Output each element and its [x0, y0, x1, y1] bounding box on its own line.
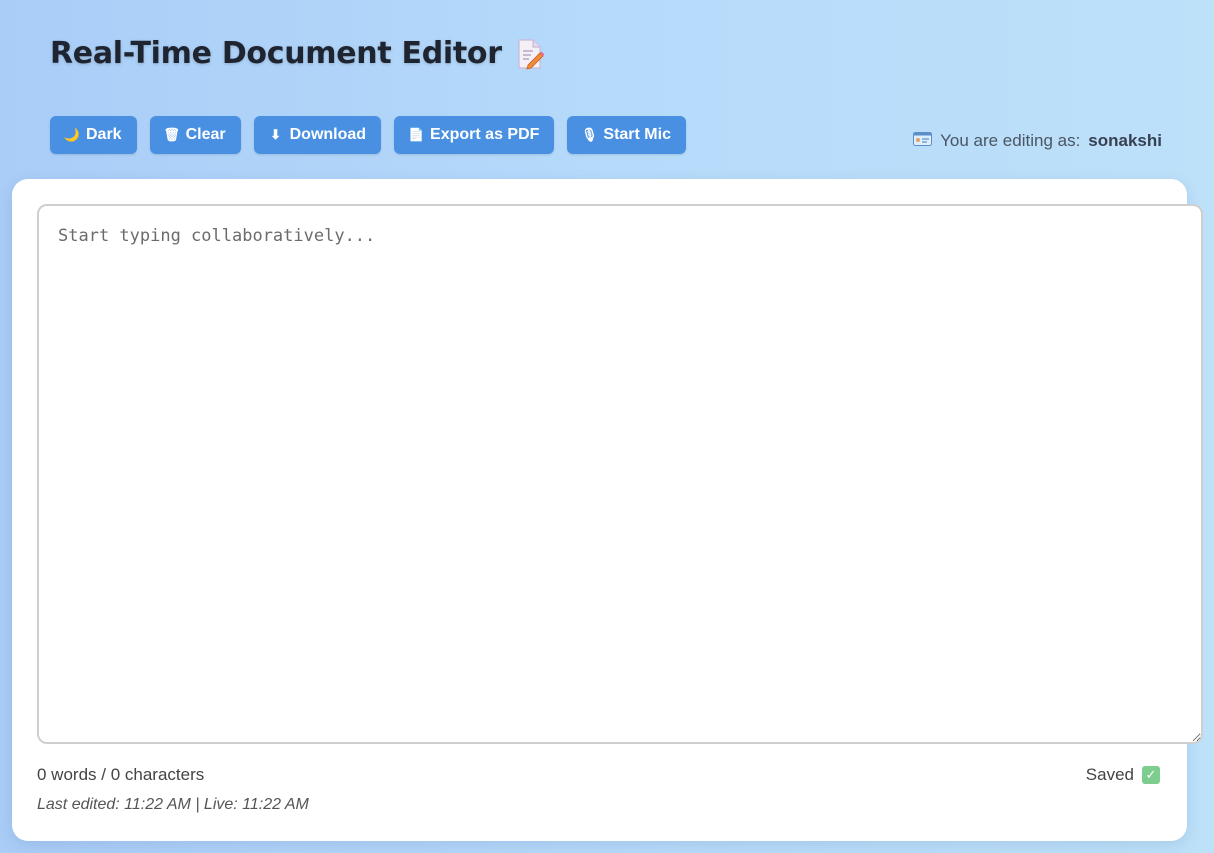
current-username: sonakshi: [1088, 131, 1162, 150]
saved-label: Saved: [1085, 765, 1134, 784]
start-mic-button[interactable]: 🎙 Start Mic: [567, 116, 686, 154]
word-char-count: 0 words / 0 characters: [37, 765, 205, 784]
download-button[interactable]: ⬇ Download: [253, 116, 382, 154]
start-mic-label: Start Mic: [603, 126, 671, 143]
editing-as-prefix: You are editing as:: [940, 131, 1081, 150]
microphone-icon: 🎙: [581, 127, 598, 142]
save-status: Saved ✓: [1086, 765, 1160, 785]
clear-label: Clear: [185, 126, 226, 143]
document-icon: 📄: [407, 127, 425, 142]
memo-icon: [516, 38, 545, 70]
moon-icon: 🌙: [63, 127, 81, 142]
dark-mode-label: Dark: [86, 126, 122, 143]
download-arrow-icon: ⬇: [270, 127, 282, 142]
last-edited-timestamp: Last edited: 11:22 AM | Live: 11:22 AM: [37, 796, 309, 813]
check-box-icon: ✓: [1142, 766, 1160, 784]
export-pdf-label: Export as PDF: [430, 126, 540, 143]
export-pdf-button[interactable]: 📄 Export as PDF: [394, 116, 555, 154]
editor-card: 0 words / 0 characters Saved ✓ Last edit…: [12, 179, 1203, 841]
page-title: Real-Time Document Editor: [50, 36, 545, 71]
id-card-icon: [913, 131, 933, 151]
trash-icon: 🗑: [163, 127, 180, 142]
current-user-indicator: You are editing as: sonakshi: [913, 131, 1162, 151]
dark-mode-button[interactable]: 🌙 Dark: [50, 116, 137, 154]
toolbar: 🌙 Dark 🗑 Clear ⬇ Download 📄 Export as PD…: [50, 116, 686, 154]
clear-button[interactable]: 🗑 Clear: [149, 116, 241, 154]
page-title-text: Real-Time Document Editor: [50, 36, 502, 71]
document-editor-textarea[interactable]: [37, 204, 1203, 744]
download-label: Download: [289, 126, 367, 143]
